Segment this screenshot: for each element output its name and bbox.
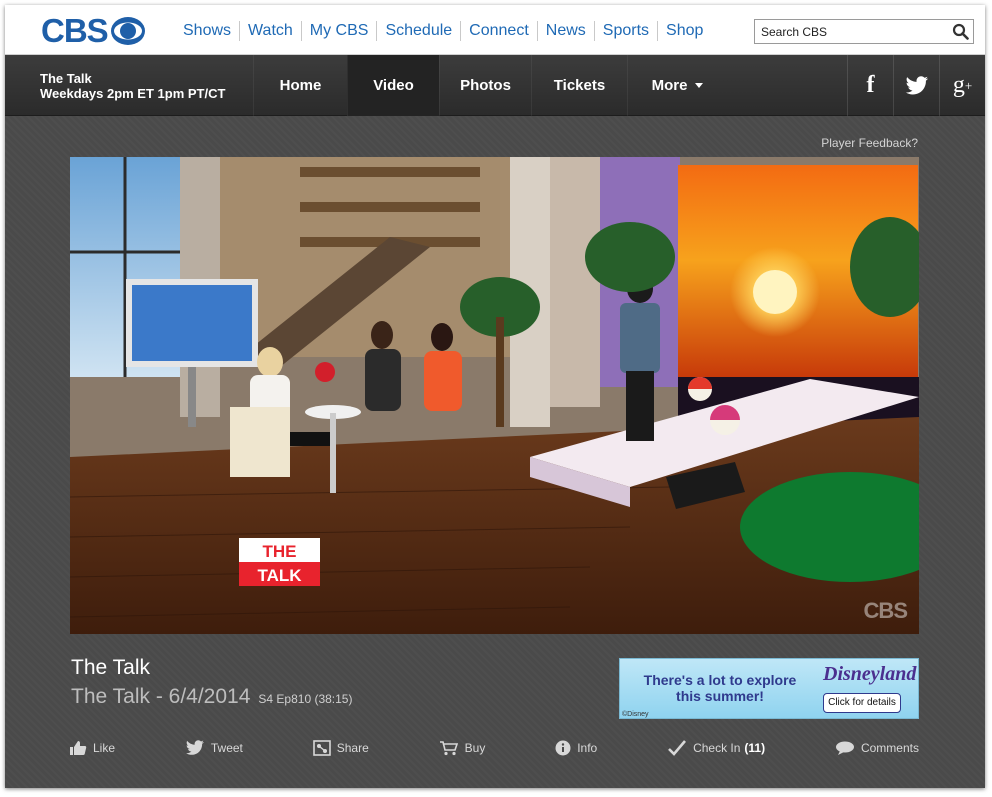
tab-more[interactable]: More — [627, 55, 727, 116]
search-input[interactable] — [755, 20, 945, 43]
show-title: The Talk — [40, 71, 92, 86]
search-icon[interactable] — [952, 23, 969, 40]
tab-tickets[interactable]: Tickets — [531, 55, 627, 116]
ad-headline: There's a lot to explore this summer! — [630, 672, 810, 704]
tab-more-label: More — [651, 77, 688, 94]
top-nav-connect[interactable]: Connect — [460, 21, 537, 41]
episode-title-row: The Talk - 6/4/2014 S4 Ep810 (38:15) — [71, 685, 352, 709]
badge-line-2: TALK — [257, 566, 302, 585]
disneyland-ad[interactable]: There's a lot to explore this summer! Di… — [619, 658, 919, 719]
speech-bubble-icon — [835, 741, 854, 755]
episode-meta: S4 Ep810 (38:15) — [258, 692, 353, 706]
show-nav-bar: The Talk Weekdays 2pm ET 1pm PT/CT Home … — [5, 55, 985, 116]
top-nav-watch[interactable]: Watch — [239, 21, 301, 41]
episode-title: The Talk - 6/4/2014 — [71, 685, 251, 708]
tab-video-label: Video — [373, 77, 414, 94]
tab-home-label: Home — [279, 77, 322, 94]
top-nav-sports[interactable]: Sports — [593, 21, 657, 41]
top-nav-news[interactable]: News — [536, 21, 594, 41]
top-nav-my-cbs[interactable]: My CBS — [300, 21, 377, 41]
video-player[interactable]: THE TALK CBS — [70, 157, 919, 634]
ad-cta-button[interactable]: Click for details — [823, 693, 901, 713]
top-nav-schedule[interactable]: Schedule — [376, 21, 460, 41]
the-talk-badge: THE TALK — [239, 538, 320, 586]
logo-text: CBS — [41, 12, 109, 49]
ad-brand: Disneyland — [823, 663, 917, 685]
site-header: CBS Shows Watch My CBS Schedule Connect … — [5, 5, 985, 55]
tweet-button[interactable]: Tweet — [185, 740, 243, 756]
ad-headline-line-2: this summer! — [676, 688, 764, 704]
comments-button[interactable]: Comments — [835, 740, 919, 756]
like-label: Like — [93, 741, 116, 755]
top-nav: Shows Watch My CBS Schedule Connect News… — [175, 21, 711, 41]
ad-headline-line-1: There's a lot to explore — [643, 672, 797, 688]
share-button[interactable]: Share — [312, 740, 369, 756]
show-nav: Home Video Photos Tickets More — [253, 55, 727, 116]
ad-fine-print: ©Disney — [622, 711, 649, 718]
tab-tickets-label: Tickets — [553, 77, 606, 94]
cbs-watermark: CBS — [863, 598, 908, 623]
buy-button[interactable]: Buy — [439, 740, 486, 756]
tab-photos[interactable]: Photos — [439, 55, 531, 116]
tab-home[interactable]: Home — [253, 55, 347, 116]
thumbs-up-icon — [70, 741, 87, 755]
top-nav-shows[interactable]: Shows — [175, 21, 239, 41]
top-nav-shop[interactable]: Shop — [657, 21, 711, 41]
check-in-label: Check In — [693, 741, 741, 755]
chevron-down-icon — [695, 83, 704, 88]
checkmark-icon — [668, 740, 687, 756]
twitter-bird-icon — [185, 740, 204, 755]
twitter-icon[interactable] — [893, 55, 939, 116]
badge-line-1: THE — [263, 542, 297, 561]
video-actions: Like Tweet Share Buy Info Check In (11) C… — [69, 736, 919, 760]
tweet-label: Tweet — [210, 741, 243, 755]
comments-label: Comments — [860, 741, 919, 755]
buy-label: Buy — [464, 741, 486, 755]
episode-show-name: The Talk — [71, 656, 150, 679]
info-label: Info — [577, 741, 598, 755]
cart-icon — [439, 741, 458, 756]
cbs-eye-icon — [110, 17, 145, 45]
page-frame: CBS Shows Watch My CBS Schedule Connect … — [5, 5, 985, 788]
google-plus-icon[interactable]: g + — [939, 55, 985, 116]
social-links: f g + — [847, 55, 985, 116]
search-box — [754, 19, 974, 44]
check-in-count: (11) — [744, 741, 766, 755]
share-icon — [312, 740, 331, 756]
like-button[interactable]: Like — [69, 740, 115, 756]
share-label: Share — [336, 741, 369, 755]
show-heading[interactable]: The Talk Weekdays 2pm ET 1pm PT/CT — [40, 71, 225, 101]
info-button[interactable]: Info — [555, 740, 597, 756]
player-feedback-link[interactable]: Player Feedback? — [821, 136, 918, 150]
video-frame — [70, 157, 919, 634]
info-icon — [555, 740, 571, 756]
facebook-icon[interactable]: f — [847, 55, 893, 116]
show-schedule: Weekdays 2pm ET 1pm PT/CT — [40, 86, 226, 101]
tab-photos-label: Photos — [460, 77, 511, 94]
check-in-button[interactable]: Check In (11) — [667, 739, 765, 757]
cbs-logo[interactable]: CBS — [41, 14, 146, 48]
tab-video[interactable]: Video — [347, 55, 439, 116]
